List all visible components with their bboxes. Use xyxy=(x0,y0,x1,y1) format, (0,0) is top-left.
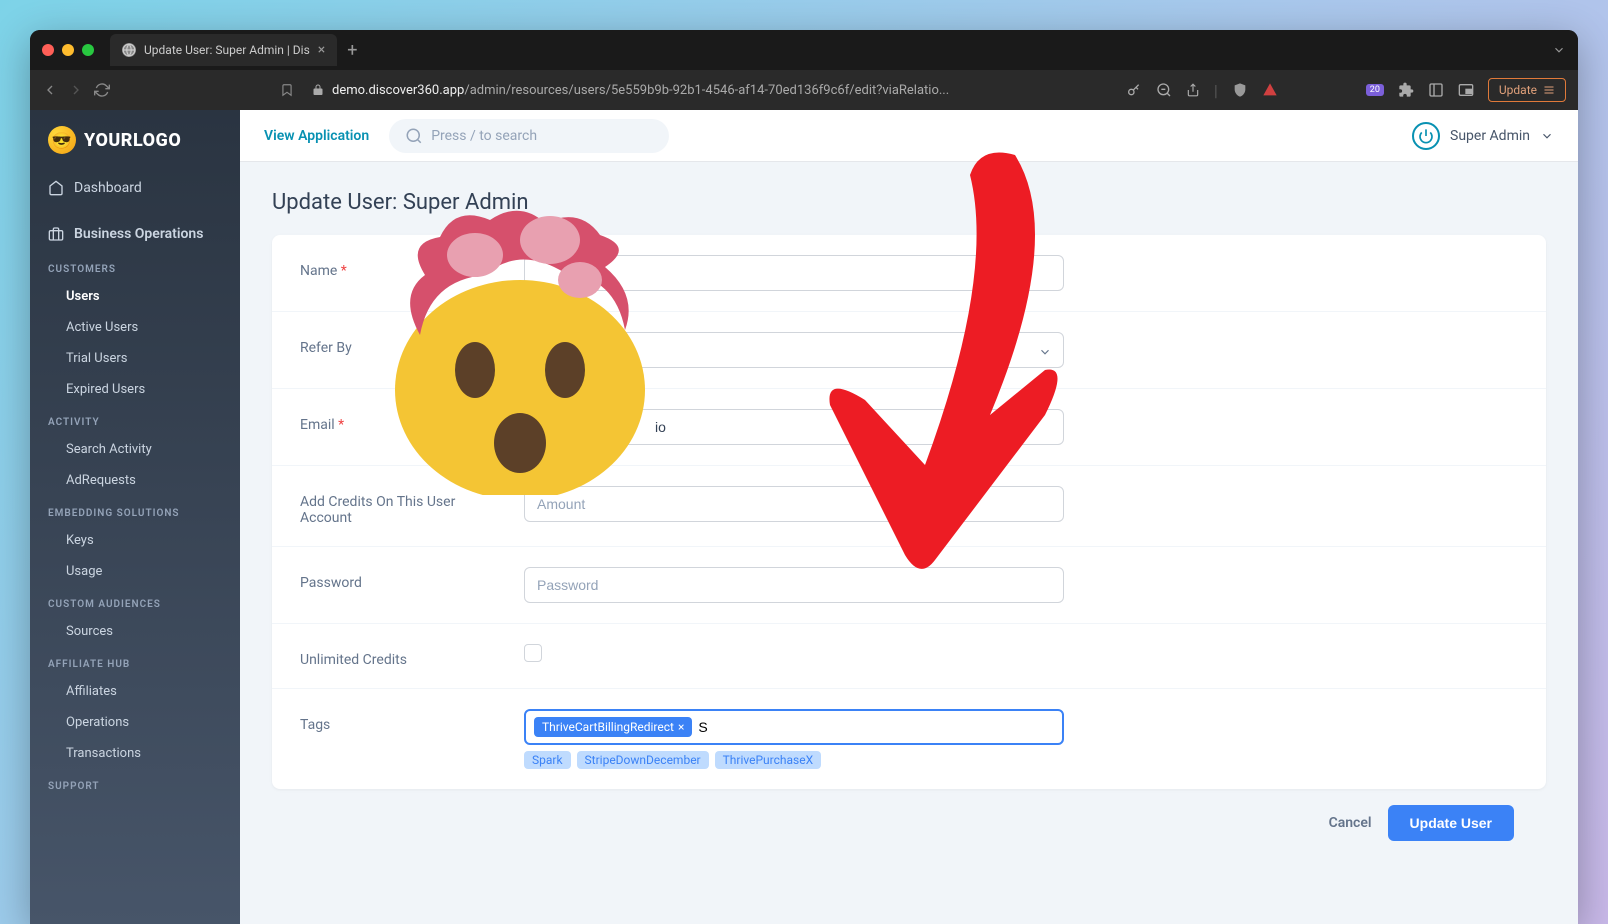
url-text: demo.discover360.app/admin/resources/use… xyxy=(332,83,949,98)
sidebar-item-usage[interactable]: Usage xyxy=(30,556,240,587)
close-icon[interactable]: × xyxy=(318,42,325,58)
tag-suggestion[interactable]: ThrivePurchaseX xyxy=(715,751,822,769)
form-row-refer: Refer By xyxy=(272,312,1546,389)
url-bar[interactable]: demo.discover360.app/admin/resources/use… xyxy=(304,83,1116,98)
extensions-icon[interactable] xyxy=(1398,82,1414,98)
bookmark-icon[interactable] xyxy=(280,83,294,97)
brave-shield-icon[interactable] xyxy=(1232,82,1248,98)
section-header-activity: ACTIVITY xyxy=(30,405,240,434)
sidebar-item-keys[interactable]: Keys xyxy=(30,525,240,556)
home-icon xyxy=(48,180,64,196)
tab-title: Update User: Super Admin | Dis xyxy=(144,43,310,57)
reload-button[interactable] xyxy=(94,82,110,98)
user-menu[interactable]: Super Admin xyxy=(1412,122,1554,150)
form-actions: Cancel Update User xyxy=(272,789,1546,845)
sidebar: 😎 YOURLOGO Dashboard Business Operations… xyxy=(30,110,240,924)
search-icon xyxy=(405,127,423,145)
sidebar-item-dashboard[interactable]: Dashboard xyxy=(30,170,240,206)
browser-update-button[interactable]: Update xyxy=(1488,78,1566,102)
chevron-down-icon xyxy=(1540,129,1554,143)
form-row-unlimited: Unlimited Credits xyxy=(272,624,1546,689)
sidebar-item-operations[interactable]: Operations xyxy=(30,707,240,738)
sidebar-item-transactions[interactable]: Transactions xyxy=(30,738,240,769)
form-row-credits: Add Credits On This User Account xyxy=(272,466,1546,547)
search-input[interactable]: Press / to search xyxy=(389,119,669,153)
share-icon[interactable] xyxy=(1186,83,1200,97)
tags-input[interactable]: ThriveCartBillingRedirect × xyxy=(524,709,1064,745)
sidebar-item-expired-users[interactable]: Expired Users xyxy=(30,374,240,405)
sidebar-item-affiliates[interactable]: Affiliates xyxy=(30,676,240,707)
address-bar: demo.discover360.app/admin/resources/use… xyxy=(30,70,1578,110)
key-icon[interactable] xyxy=(1126,82,1142,98)
form-row-email: Email * xyxy=(272,389,1546,466)
tag-chip: ThriveCartBillingRedirect × xyxy=(534,717,692,737)
sidebar-icon[interactable] xyxy=(1428,82,1444,98)
main-area: View Application Press / to search Super… xyxy=(240,110,1578,924)
tab-menu-button[interactable] xyxy=(1552,43,1566,57)
browser-tab[interactable]: Update User: Super Admin | Dis × xyxy=(110,34,337,66)
window-close-button[interactable] xyxy=(42,44,54,56)
section-header-support: SUPPORT xyxy=(30,769,240,798)
credits-input[interactable] xyxy=(524,486,1064,522)
logo[interactable]: 😎 YOURLOGO xyxy=(30,110,240,170)
tag-suggestion[interactable]: StripeDownDecember xyxy=(577,751,709,769)
sidebar-item-business-operations[interactable]: Business Operations xyxy=(30,216,240,252)
browser-window: Update User: Super Admin | Dis × + demo.… xyxy=(30,30,1578,924)
sunglasses-emoji-icon: 😎 xyxy=(48,126,76,154)
password-input[interactable] xyxy=(524,567,1064,603)
power-icon xyxy=(1412,122,1440,150)
refer-select[interactable] xyxy=(524,332,1064,368)
view-application-link[interactable]: View Application xyxy=(264,128,369,144)
form-row-tags: Tags ThriveCartBillingRedirect × Spark xyxy=(272,689,1546,789)
back-button[interactable] xyxy=(42,82,58,98)
tag-suggestions: Spark StripeDownDecember ThrivePurchaseX xyxy=(524,751,1064,769)
tag-suggestion[interactable]: Spark xyxy=(524,751,571,769)
window-minimize-button[interactable] xyxy=(62,44,74,56)
extension-badge[interactable]: 20 xyxy=(1366,84,1384,96)
logo-text: YOURLOGO xyxy=(84,130,181,151)
content-area: Update User: Super Admin Name * Refer By xyxy=(240,162,1578,924)
top-bar: View Application Press / to search Super… xyxy=(240,110,1578,162)
form-card: Name * Refer By Email * xyxy=(272,235,1546,789)
cancel-button[interactable]: Cancel xyxy=(1329,815,1372,831)
sidebar-item-search-activity[interactable]: Search Activity xyxy=(30,434,240,465)
form-row-password: Password xyxy=(272,547,1546,624)
tags-text-input[interactable] xyxy=(698,719,1054,735)
forward-button[interactable] xyxy=(68,82,84,98)
traffic-lights xyxy=(42,44,94,56)
form-row-name: Name * xyxy=(272,235,1546,312)
sidebar-item-users[interactable]: Users xyxy=(30,281,240,312)
app-content: 😎 YOURLOGO Dashboard Business Operations… xyxy=(30,110,1578,924)
tab-bar: Update User: Super Admin | Dis × + xyxy=(30,30,1578,70)
name-input[interactable] xyxy=(524,255,1064,291)
globe-icon xyxy=(122,43,136,57)
sidebar-item-sources[interactable]: Sources xyxy=(30,616,240,647)
update-user-button[interactable]: Update User xyxy=(1388,805,1514,841)
window-maximize-button[interactable] xyxy=(82,44,94,56)
briefcase-icon xyxy=(48,226,64,242)
warning-icon[interactable] xyxy=(1262,82,1278,98)
email-input[interactable] xyxy=(524,409,1064,445)
unlimited-checkbox[interactable] xyxy=(524,644,542,662)
page-title: Update User: Super Admin xyxy=(272,190,1546,215)
sidebar-item-active-users[interactable]: Active Users xyxy=(30,312,240,343)
pip-icon[interactable] xyxy=(1458,82,1474,98)
sidebar-item-trial-users[interactable]: Trial Users xyxy=(30,343,240,374)
zoom-out-icon[interactable] xyxy=(1156,82,1172,98)
sidebar-item-adrequests[interactable]: AdRequests xyxy=(30,465,240,496)
remove-tag-icon[interactable]: × xyxy=(678,720,684,734)
section-header-audiences: CUSTOM AUDIENCES xyxy=(30,587,240,616)
section-header-affiliate: AFFILIATE HUB xyxy=(30,647,240,676)
new-tab-button[interactable]: + xyxy=(347,40,357,61)
section-header-customers: CUSTOMERS xyxy=(30,252,240,281)
lock-icon xyxy=(312,84,324,96)
section-header-embedding: EMBEDDING SOLUTIONS xyxy=(30,496,240,525)
